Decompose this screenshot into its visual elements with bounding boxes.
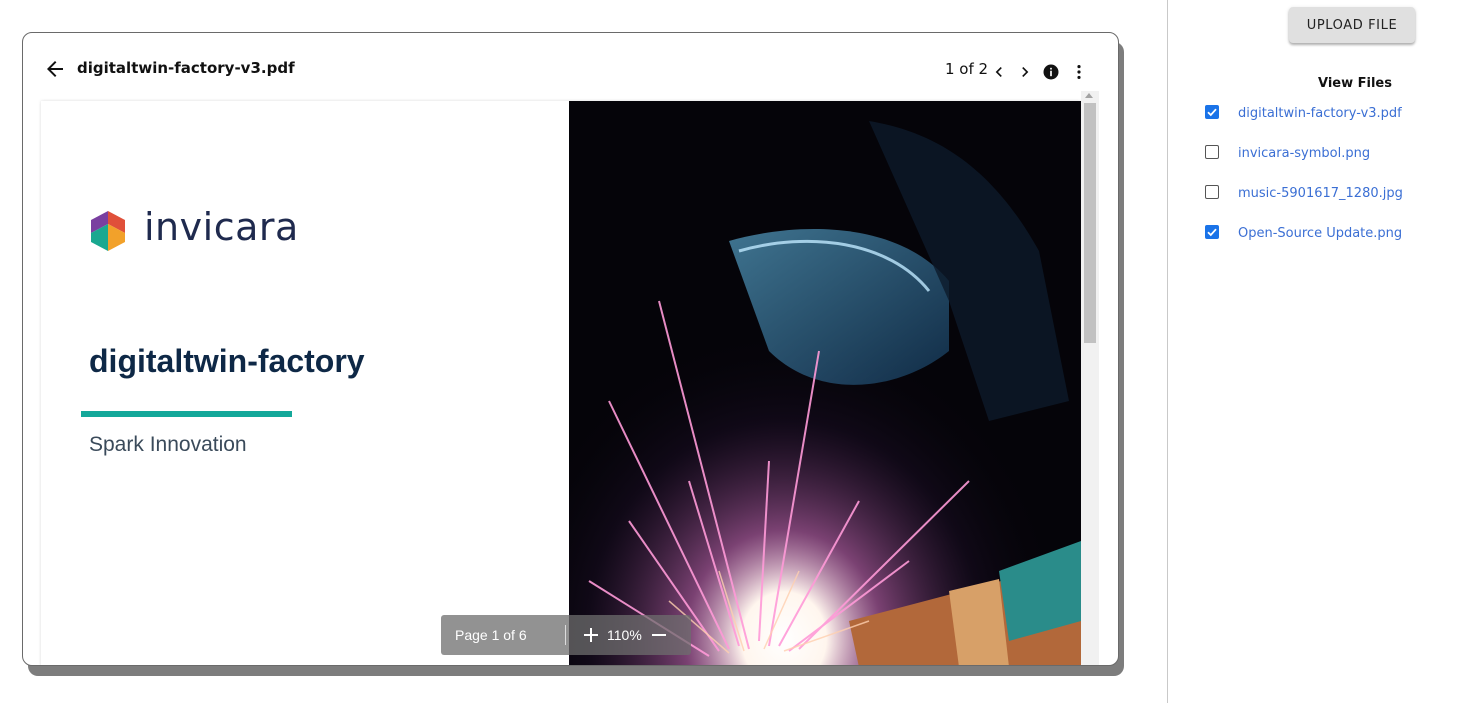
zoom-out-minus-icon[interactable] [649,625,669,645]
accent-rule [81,411,292,417]
file-checkbox-unchecked[interactable] [1205,145,1219,159]
scrollbar-thumb[interactable] [1084,103,1096,343]
file-checkbox-checked[interactable] [1205,225,1219,239]
file-link[interactable]: music-5901617_1280.jpg [1238,186,1403,201]
document-viewer: digitaltwin-factory-v3.pdf 1 of 2 invica… [22,32,1119,666]
more-vertical-icon[interactable] [1069,62,1089,82]
zoom-page-label: Page 1 of 6 [455,627,527,643]
page-title-panel: invicara digitaltwin-factory Spark Innov… [41,101,569,665]
document-scroll-area[interactable]: invicara digitaltwin-factory Spark Innov… [41,101,1099,665]
page-counter: 1 of 2 [945,60,989,78]
file-checkbox-unchecked[interactable] [1205,185,1219,199]
page-subtitle: Spark Innovation [89,433,247,456]
welding-photo [569,101,1081,665]
file-link[interactable]: invicara-symbol.png [1238,146,1370,161]
page-heading: digitaltwin-factory [89,343,365,379]
pdf-page: invicara digitaltwin-factory Spark Innov… [41,101,1081,665]
info-icon[interactable] [1041,62,1061,82]
view-files-heading: View Files [1318,76,1392,91]
invicara-logo-icon [91,211,125,251]
upload-file-button[interactable]: UPLOAD FILE [1289,7,1415,43]
zoom-in-plus-icon[interactable] [581,625,601,645]
zoom-toolbar: Page 1 of 6 110% [441,615,691,655]
chevron-right-icon[interactable] [1015,62,1035,82]
file-link[interactable]: digitaltwin-factory-v3.pdf [1238,106,1402,121]
logo-wordmark: invicara [144,205,299,249]
file-checkbox-checked[interactable] [1205,105,1219,119]
viewer-header: digitaltwin-factory-v3.pdf 1 of 2 [23,33,1118,101]
vertical-scrollbar[interactable] [1081,91,1099,665]
panel-divider [1167,0,1168,703]
toolbar-divider [565,625,566,645]
scroll-up-arrow-icon[interactable] [1085,93,1093,98]
zoom-level: 110% [607,627,642,643]
file-link[interactable]: Open-Source Update.png [1238,226,1402,241]
chevron-left-icon[interactable] [989,62,1009,82]
back-arrow-icon[interactable] [43,57,67,81]
document-title: digitaltwin-factory-v3.pdf [77,59,295,77]
